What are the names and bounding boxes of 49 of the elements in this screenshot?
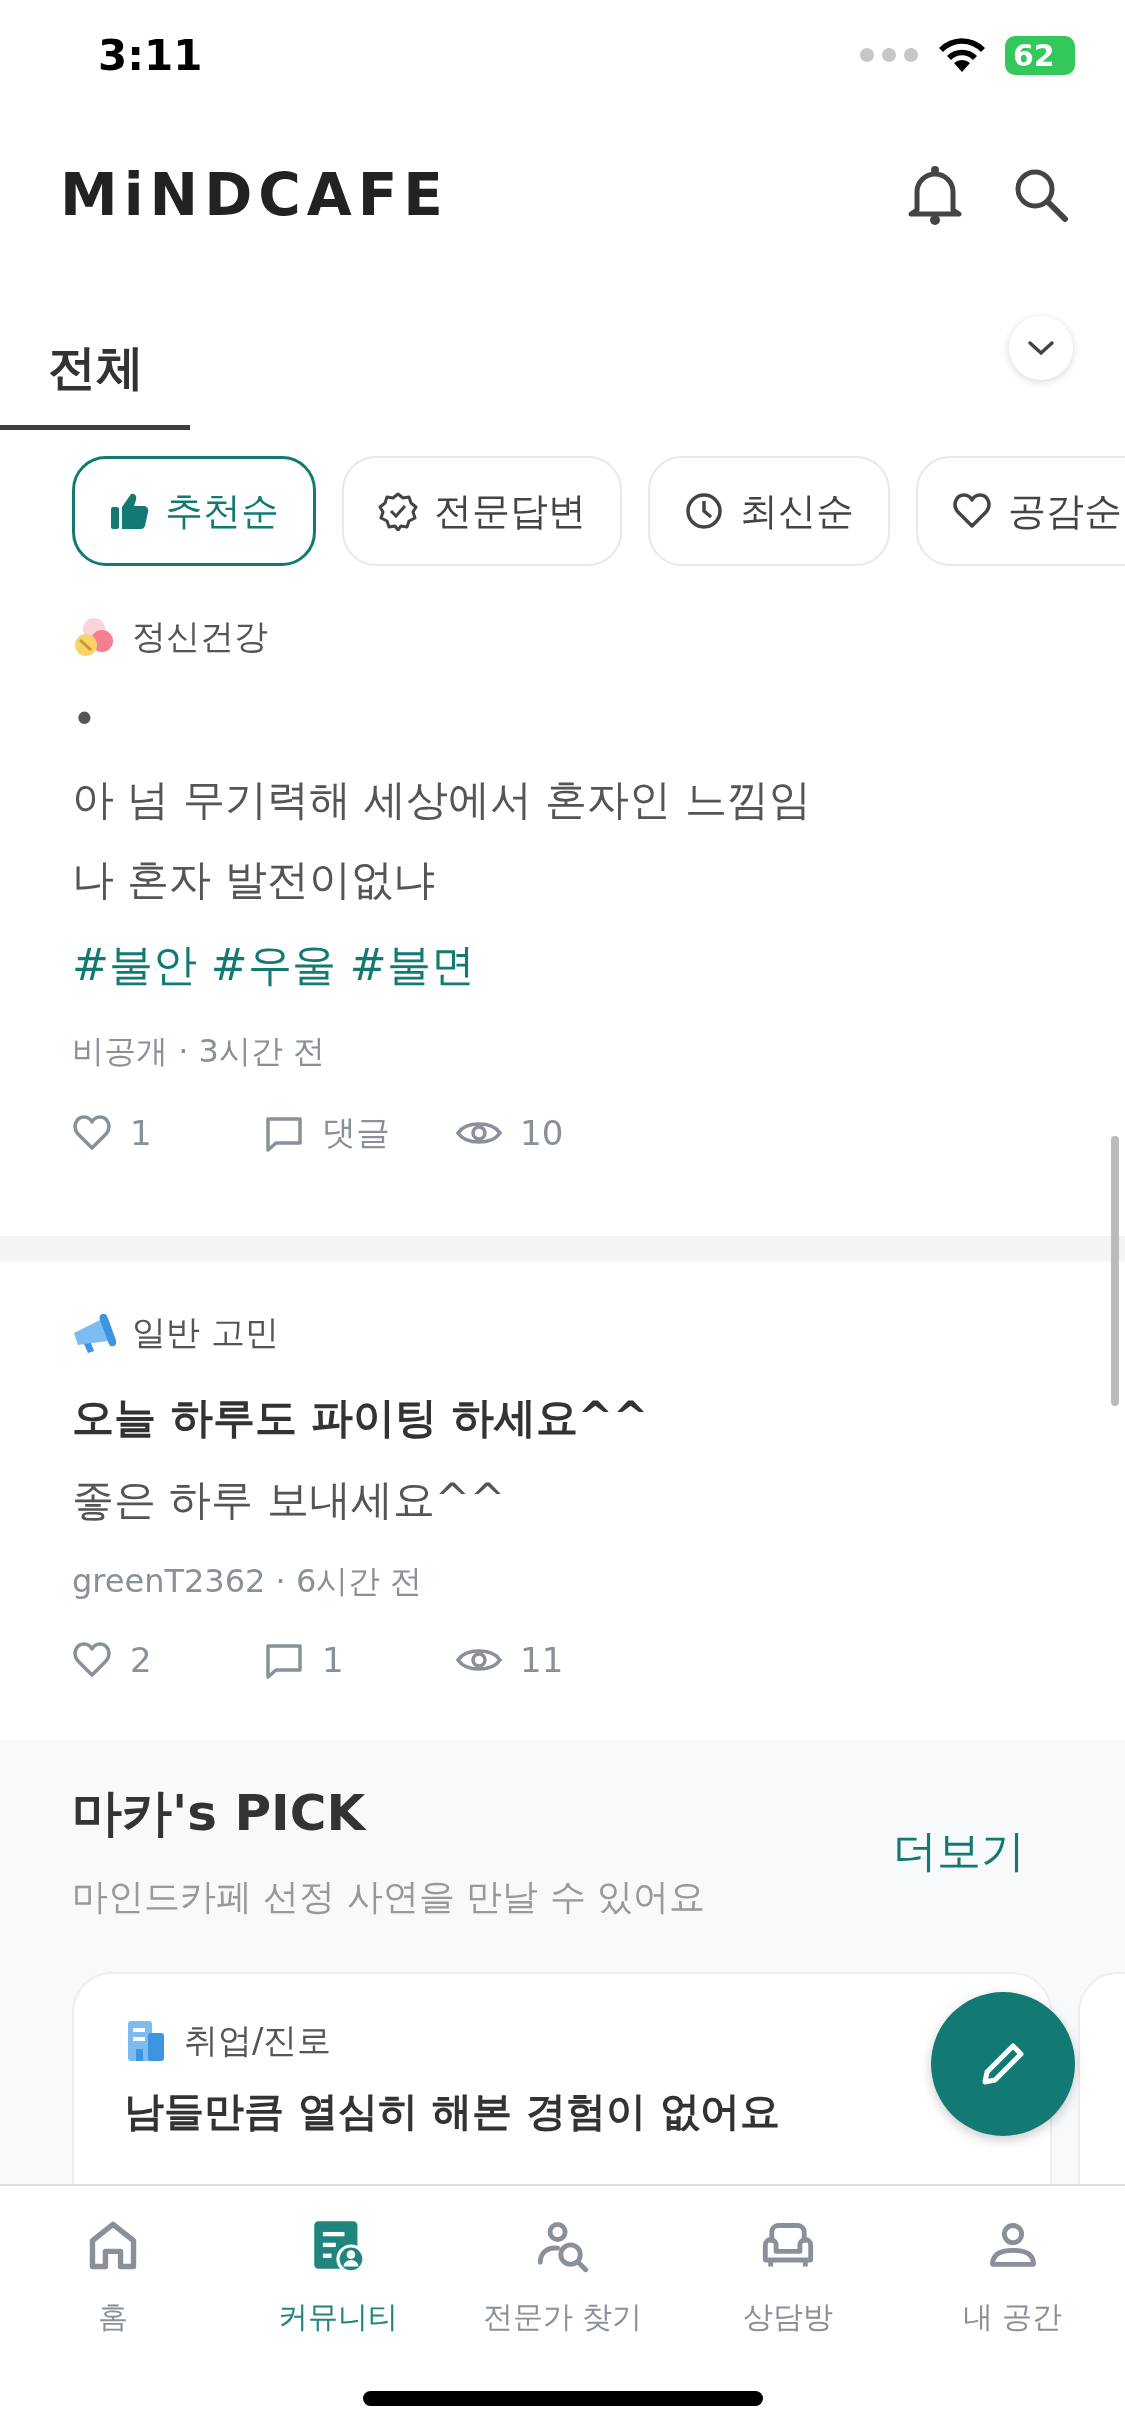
pill-icon bbox=[72, 615, 116, 659]
section-title: 마카's PICK bbox=[72, 1783, 368, 1844]
app-logo: MiNDCAFE bbox=[60, 161, 449, 229]
story-card[interactable]: 취업/진로 남들만큼 열심히 해본 경험이 없어요 bbox=[72, 1972, 1052, 2184]
nav-tab[interactable]: 상담방 bbox=[675, 2186, 900, 2371]
section-subtitle: 마인드카페 선정 사연을 만날 수 있어요 bbox=[72, 1875, 706, 1919]
sort-chip[interactable]: 추천순 bbox=[72, 456, 316, 566]
badge-check-icon bbox=[378, 491, 418, 531]
view-count: 11 bbox=[520, 1640, 564, 1680]
heart-icon[interactable] bbox=[72, 1113, 112, 1153]
more-link[interactable]: 더보기 bbox=[893, 1821, 1025, 1881]
battery-indicator: 62 bbox=[1005, 35, 1075, 75]
sort-chip[interactable]: 공감순 bbox=[916, 456, 1125, 566]
like-count: 2 bbox=[130, 1640, 152, 1680]
chevron-down-icon bbox=[1026, 339, 1056, 357]
category-label: 취업/진로 bbox=[184, 2019, 332, 2062]
megaphone-icon bbox=[72, 1311, 116, 1355]
nav-tab[interactable]: 커뮤니티 bbox=[225, 2186, 450, 2371]
heart-icon bbox=[952, 491, 992, 531]
nav-tab[interactable]: 내 공간 bbox=[900, 2186, 1125, 2371]
category-label: 일반 고민 bbox=[132, 1311, 279, 1354]
comment-count: 댓글 bbox=[322, 1111, 390, 1154]
post-title[interactable]: 오늘 하루도 파이팅 하세요^^ bbox=[72, 1376, 1053, 1460]
sort-chip[interactable]: 최신순 bbox=[648, 456, 890, 566]
story-title: 남들만큼 열심히 해본 경험이 없어요 bbox=[124, 2087, 781, 2136]
wifi-icon bbox=[937, 36, 987, 74]
nav-tab[interactable]: 전문가 찾기 bbox=[450, 2186, 675, 2371]
bell-icon[interactable] bbox=[907, 164, 963, 226]
view-count: 10 bbox=[520, 1113, 564, 1153]
user-search-icon bbox=[535, 2219, 590, 2273]
search-icon[interactable] bbox=[1013, 167, 1069, 223]
post-text: 나 혼자 발전이없냐 bbox=[72, 854, 436, 906]
category-label: 정신건강 bbox=[132, 615, 268, 658]
hashtags[interactable]: #불안 #우울 #불면 bbox=[72, 920, 1053, 1010]
signal-icon bbox=[859, 47, 919, 63]
post-meta: 비공개 · 3시간 전 bbox=[72, 1031, 327, 1072]
post-text: 좋은 하루 보내세요^^ bbox=[72, 1474, 507, 1526]
comment-count: 1 bbox=[322, 1640, 344, 1680]
post-text: • bbox=[72, 694, 98, 746]
heart-icon[interactable] bbox=[72, 1640, 112, 1680]
like-count: 1 bbox=[130, 1113, 152, 1153]
sort-chip[interactable]: 전문답변 bbox=[342, 456, 622, 566]
nav-tab[interactable]: 홈 bbox=[0, 2186, 225, 2371]
post-meta: greenT2362 · 6시간 전 bbox=[72, 1561, 424, 1602]
clock-icon bbox=[684, 491, 724, 531]
category-tab[interactable]: 전체 bbox=[0, 310, 190, 430]
thumbs-up-icon bbox=[109, 491, 149, 531]
status-time: 3:11 bbox=[98, 30, 203, 80]
post-text: 아 넘 무기력해 세상에서 혼자인 느낌임 bbox=[72, 774, 812, 826]
